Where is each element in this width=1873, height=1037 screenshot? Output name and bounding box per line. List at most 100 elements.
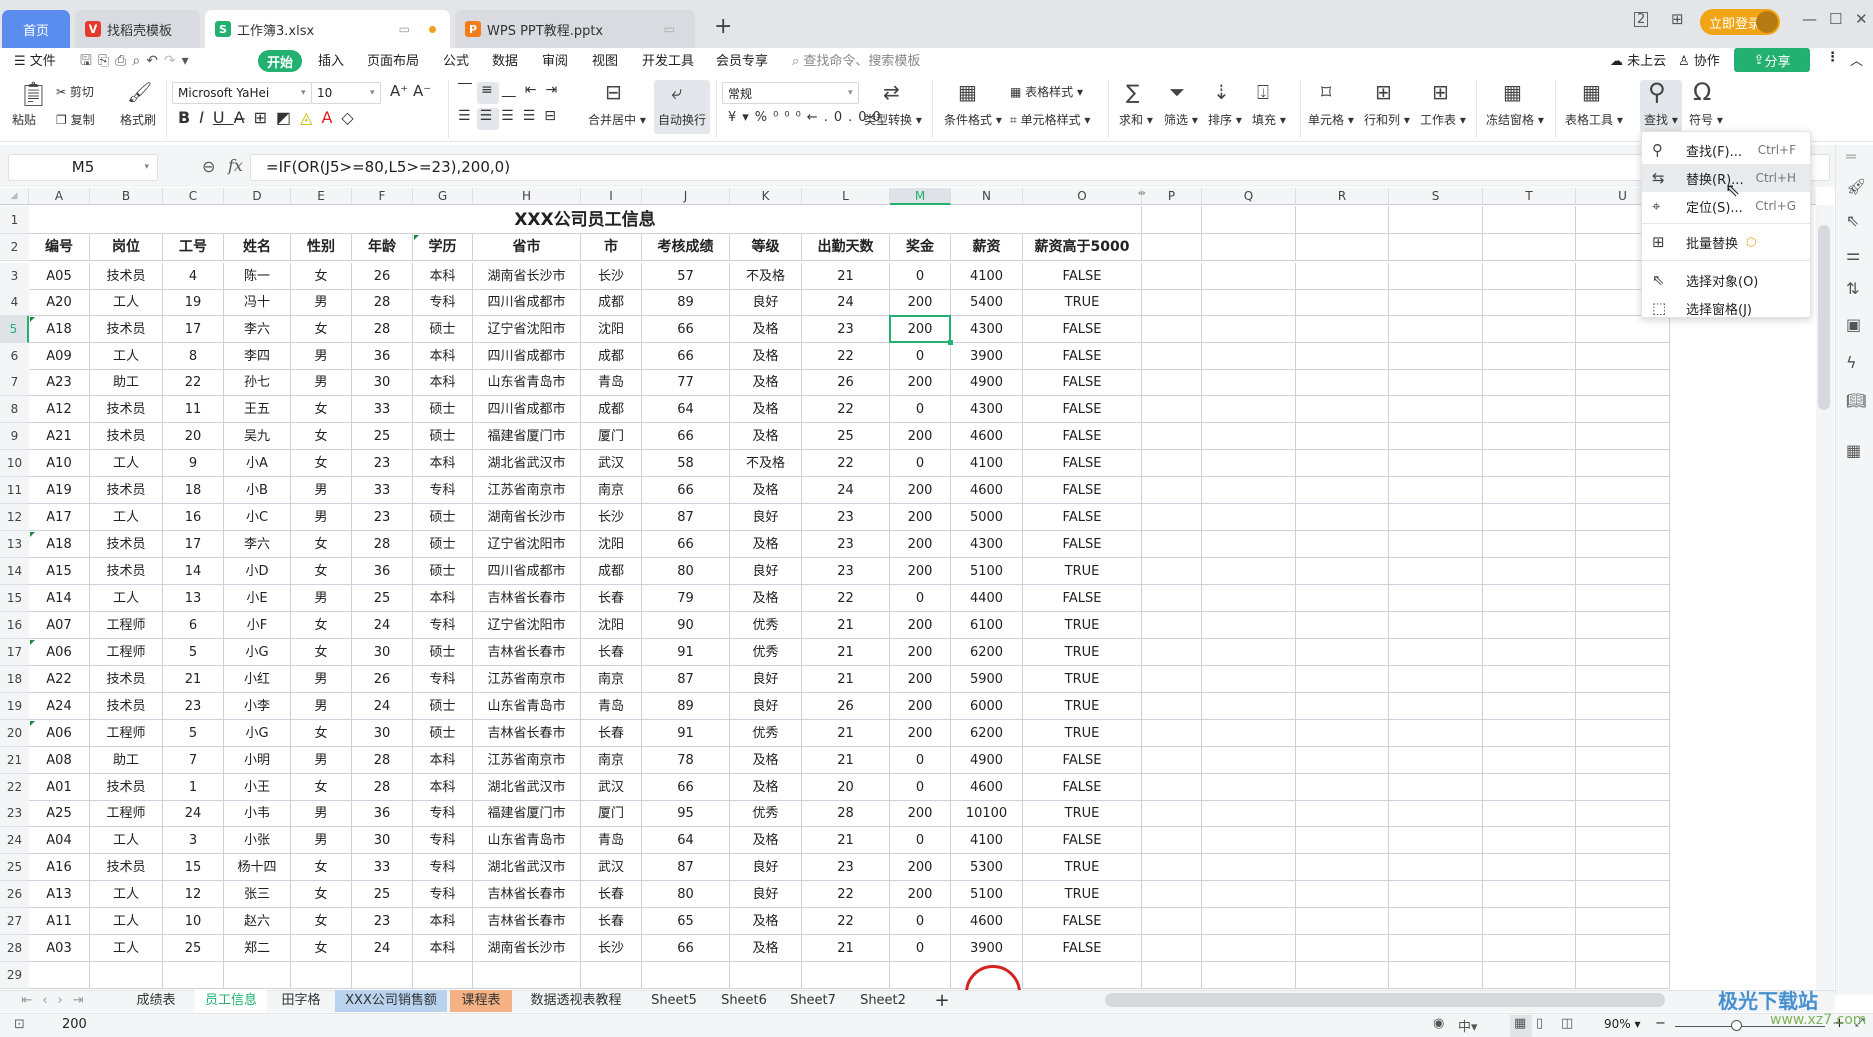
more-dropdown-icon[interactable]: ▾ xyxy=(182,53,195,69)
empty-cell[interactable] xyxy=(1296,206,1389,234)
row-header-11[interactable]: 11 xyxy=(0,477,29,504)
filter-button[interactable]: 筛选 ▾ xyxy=(1164,111,1198,128)
table-cell[interactable]: 66 xyxy=(642,423,730,450)
table-cell[interactable]: 女 xyxy=(291,854,352,881)
empty-cell[interactable] xyxy=(1389,720,1483,747)
table-cell[interactable]: 女 xyxy=(291,450,352,477)
table-cell[interactable]: 武汉 xyxy=(581,854,642,881)
table-cell[interactable]: 长春 xyxy=(581,585,642,612)
indent-increase-icon[interactable]: ⇥ xyxy=(545,82,566,98)
table-cell[interactable]: 工人 xyxy=(90,935,163,962)
table-cell[interactable]: 沈阳 xyxy=(581,316,642,343)
table-cell[interactable]: 本科 xyxy=(413,369,473,396)
tab-data[interactable]: 数据 xyxy=(492,50,518,69)
column-title[interactable]: 奖金 xyxy=(890,234,951,261)
maximize-button[interactable]: ☐ xyxy=(1829,10,1842,28)
empty-cell[interactable] xyxy=(1389,343,1483,370)
table-cell[interactable]: 36 xyxy=(352,343,413,370)
sheet-tab[interactable]: 数据透视表教程 xyxy=(515,990,637,1012)
sheet-tab[interactable]: Sheet2 xyxy=(850,990,916,1012)
empty-cell[interactable] xyxy=(1483,369,1576,396)
table-cell[interactable]: 30 xyxy=(352,639,413,666)
table-cell[interactable]: 200 xyxy=(890,477,951,504)
table-cell[interactable]: 及格 xyxy=(730,827,802,854)
table-cell[interactable]: 33 xyxy=(352,854,413,881)
empty-cell[interactable] xyxy=(1389,612,1483,639)
table-cell[interactable]: 36 xyxy=(352,558,413,585)
empty-cell[interactable] xyxy=(1023,962,1142,989)
cond-format-icon[interactable]: ▦ xyxy=(958,80,977,104)
table-cell[interactable]: 李六 xyxy=(224,316,291,343)
table-cell[interactable]: 小李 xyxy=(224,693,291,720)
table-cell[interactable]: 9 xyxy=(163,450,224,477)
table-cell[interactable]: 80 xyxy=(642,558,730,585)
sheet-tab[interactable]: 成绩表 xyxy=(120,990,192,1012)
table-cell[interactable]: FALSE xyxy=(1023,316,1142,343)
column-header-T[interactable]: T xyxy=(1483,188,1576,205)
empty-cell[interactable] xyxy=(1483,747,1576,774)
zoom-level[interactable]: 90% ▾ xyxy=(1604,1017,1641,1031)
menu-item-find[interactable]: ⚲ 查找(F)... Ctrl+F xyxy=(1642,136,1810,164)
empty-cell[interactable] xyxy=(1296,935,1389,962)
row-header-26[interactable]: 26 xyxy=(0,881,29,908)
table-cell[interactable]: FALSE xyxy=(1023,935,1142,962)
column-header-I[interactable]: I xyxy=(581,188,642,205)
row-header-3[interactable]: 3 xyxy=(0,263,29,290)
empty-cell[interactable] xyxy=(1483,263,1576,290)
zoom-slider-thumb[interactable] xyxy=(1731,1020,1742,1031)
table-cell[interactable]: 89 xyxy=(642,693,730,720)
table-cell[interactable]: 长春 xyxy=(581,908,642,935)
empty-cell[interactable] xyxy=(1483,720,1576,747)
table-cell[interactable]: 18 xyxy=(163,477,224,504)
table-cell[interactable]: 青岛 xyxy=(581,827,642,854)
column-title[interactable]: 市 xyxy=(581,234,642,261)
empty-cell[interactable] xyxy=(1483,234,1576,261)
table-cell[interactable]: 25 xyxy=(802,423,890,450)
table-cell[interactable]: 21 xyxy=(802,720,890,747)
highlight-icon[interactable]: ◬ xyxy=(300,108,321,127)
table-cell[interactable]: 8 xyxy=(163,343,224,370)
empty-cell[interactable] xyxy=(1142,343,1202,370)
table-cell[interactable]: 小F xyxy=(224,612,291,639)
table-cell[interactable]: 女 xyxy=(291,263,352,290)
empty-cell[interactable] xyxy=(1576,881,1670,908)
empty-cell[interactable] xyxy=(1142,585,1202,612)
table-cell[interactable]: 沈阳 xyxy=(581,612,642,639)
column-title[interactable]: 编号 xyxy=(29,234,90,261)
row-header-7[interactable]: 7 xyxy=(0,369,29,396)
empty-cell[interactable] xyxy=(1389,369,1483,396)
table-cell[interactable]: 14 xyxy=(163,558,224,585)
table-cell[interactable]: 陈一 xyxy=(224,263,291,290)
empty-cell[interactable] xyxy=(1389,800,1483,827)
column-header-A[interactable]: A xyxy=(29,188,90,205)
tab-formulas[interactable]: 公式 xyxy=(443,50,469,69)
empty-cell[interactable] xyxy=(1483,504,1576,531)
empty-cell[interactable] xyxy=(1296,504,1389,531)
table-cell[interactable]: 200 xyxy=(890,423,951,450)
table-cell[interactable]: FALSE xyxy=(1023,531,1142,558)
empty-cell[interactable] xyxy=(1483,423,1576,450)
table-cell[interactable]: 长春 xyxy=(581,639,642,666)
empty-cell[interactable] xyxy=(1389,747,1483,774)
empty-cell[interactable] xyxy=(1296,558,1389,585)
table-cell[interactable]: 本科 xyxy=(413,343,473,370)
table-cell[interactable]: 22 xyxy=(802,881,890,908)
font-color-icon[interactable]: A xyxy=(321,108,341,127)
empty-cell[interactable] xyxy=(1483,585,1576,612)
table-cell[interactable]: 26 xyxy=(802,693,890,720)
empty-cell[interactable] xyxy=(802,962,890,989)
close-button[interactable]: ✕ xyxy=(1855,10,1868,28)
table-cell[interactable]: TRUE xyxy=(1023,558,1142,585)
empty-cell[interactable] xyxy=(1142,666,1202,693)
table-cell[interactable]: 本科 xyxy=(413,908,473,935)
row-header-16[interactable]: 16 xyxy=(0,612,29,639)
empty-cell[interactable] xyxy=(1202,693,1296,720)
table-cell[interactable]: 及格 xyxy=(730,396,802,423)
table-cell[interactable]: 65 xyxy=(642,908,730,935)
table-cell[interactable]: 工人 xyxy=(90,908,163,935)
empty-cell[interactable] xyxy=(1202,504,1296,531)
empty-cell[interactable] xyxy=(1202,558,1296,585)
empty-cell[interactable] xyxy=(1296,369,1389,396)
column-header-B[interactable]: B xyxy=(90,188,163,205)
table-cell[interactable]: FALSE xyxy=(1023,774,1142,801)
